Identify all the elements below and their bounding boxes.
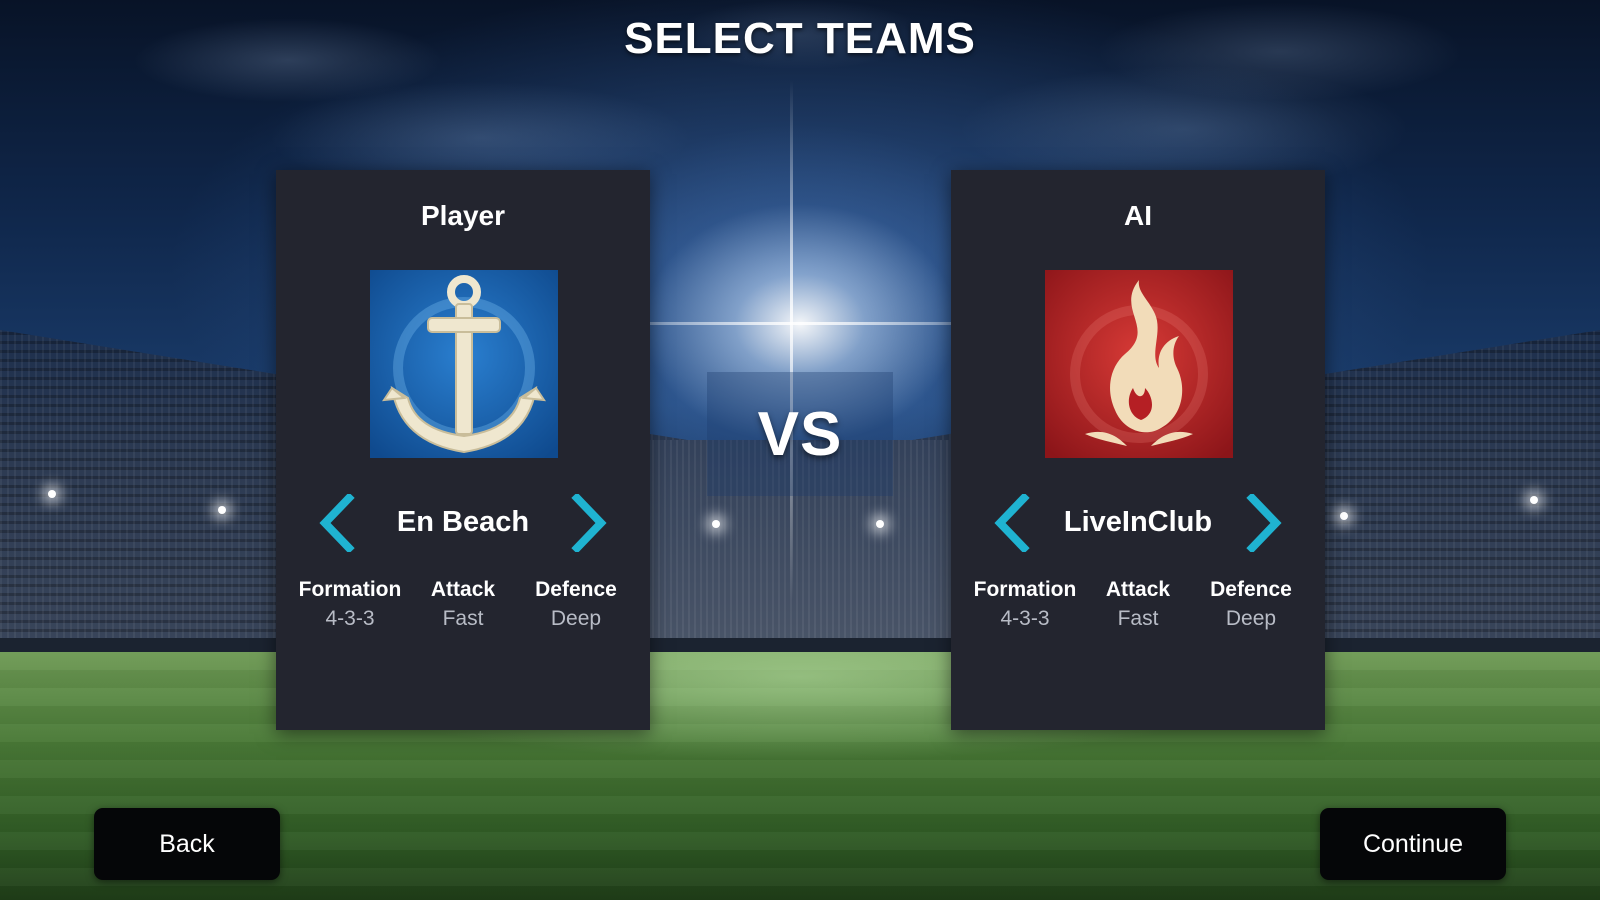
stat-label: Attack [430, 578, 496, 601]
stat-label: Attack [1105, 578, 1171, 601]
stat-attack: Attack Fast [1082, 578, 1194, 631]
vs-label: VS [757, 399, 843, 469]
stat-label: Defence [535, 578, 617, 601]
ai-heading: AI [1124, 200, 1152, 231]
chevron-right-icon[interactable] [1239, 493, 1289, 553]
chevron-left-icon[interactable] [987, 493, 1037, 553]
stat-value: Deep [1225, 607, 1277, 630]
stat-label: Defence [1210, 578, 1292, 601]
flame-icon [1045, 270, 1233, 458]
stat-defence: Defence Deep [520, 578, 632, 631]
vs-box: VS [707, 372, 893, 496]
stat-formation: Formation 4-3-3 [969, 578, 1081, 631]
ai-team-selector: LiveInClub [951, 488, 1325, 558]
ai-team-panel: AI LiveInClub Formation 4-3-3 Attack Fas… [951, 170, 1325, 730]
stadium-light [1530, 496, 1538, 504]
back-button[interactable]: Back [94, 808, 280, 880]
ai-team-name: LiveInClub [1063, 506, 1213, 538]
clouds [0, 0, 1600, 430]
stadium-light [48, 490, 56, 498]
stadium-light [218, 506, 226, 514]
page-title: SELECT TEAMS [624, 14, 976, 63]
stat-label: Formation [973, 578, 1077, 601]
stat-value: Deep [550, 607, 602, 630]
stat-value: 4-3-3 [1000, 607, 1050, 630]
player-heading: Player [420, 200, 506, 231]
chevron-right-icon[interactable] [564, 493, 614, 553]
stat-attack: Attack Fast [407, 578, 519, 631]
stadium-light [876, 520, 884, 528]
anchor-icon [370, 270, 558, 458]
ai-stats: Formation 4-3-3 Attack Fast Defence Deep [951, 578, 1325, 631]
stat-formation: Formation 4-3-3 [294, 578, 406, 631]
stat-value: Fast [1117, 607, 1159, 630]
chevron-left-icon[interactable] [312, 493, 362, 553]
stat-defence: Defence Deep [1195, 578, 1307, 631]
player-team-name: En Beach [396, 506, 530, 538]
player-team-selector: En Beach [276, 488, 650, 558]
continue-button[interactable]: Continue [1320, 808, 1506, 880]
stat-value: 4-3-3 [325, 607, 375, 630]
stadium-light [712, 520, 720, 528]
pitch-wall [0, 638, 1600, 652]
stat-label: Formation [298, 578, 402, 601]
stat-value: Fast [442, 607, 484, 630]
player-stats: Formation 4-3-3 Attack Fast Defence Deep [276, 578, 650, 631]
light-flare [790, 80, 793, 600]
stadium-light [1340, 512, 1348, 520]
player-team-panel: Player En Beach Formation 4-3-3 Attack F… [276, 170, 650, 730]
